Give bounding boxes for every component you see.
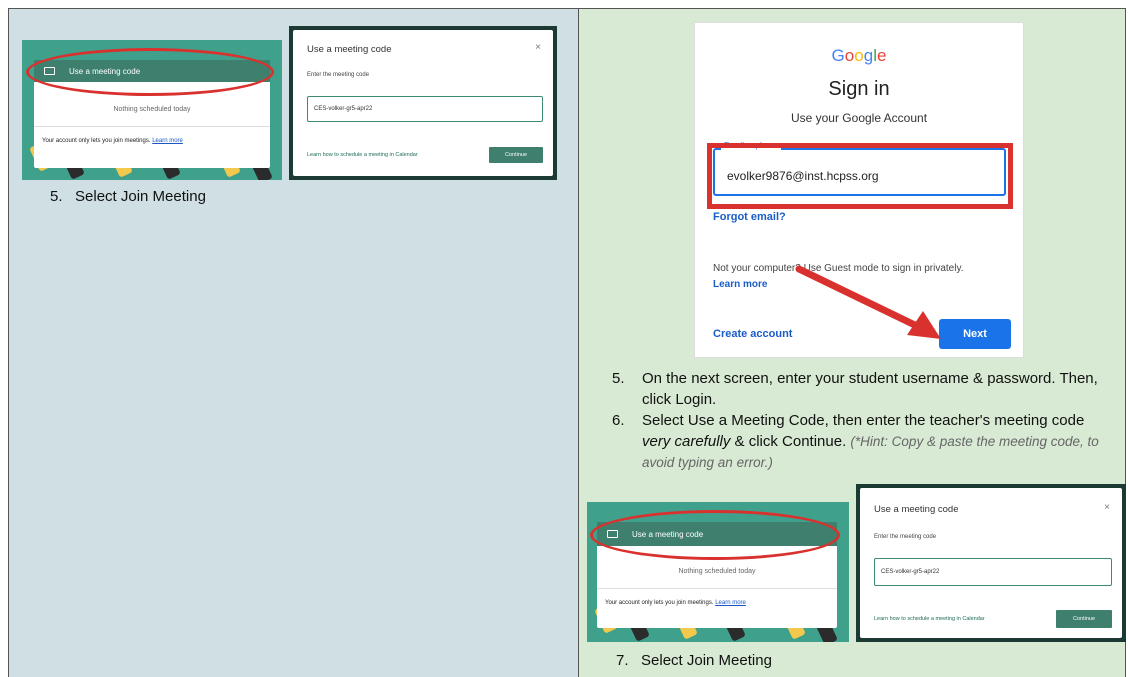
step-number: 6. (612, 412, 625, 429)
highlight-ellipse (26, 48, 274, 96)
meeting-code-dialog: Use a meeting code × Enter the meeting c… (293, 30, 553, 176)
google-logo-letter: o (854, 46, 864, 65)
instructions: 5. On the next screen, enter your studen… (612, 368, 1112, 473)
dialog-title: Use a meeting code (307, 44, 392, 55)
meeting-code-dialog-screenshot: Use a meeting code × Enter the meeting c… (289, 26, 557, 180)
google-logo: Google (695, 46, 1023, 66)
step-number: 5. (612, 370, 625, 387)
continue-button[interactable]: Continue (489, 147, 543, 163)
dialog-prompt: Enter the meeting code (307, 72, 370, 78)
red-arrow (795, 265, 941, 339)
google-logo-letter: e (876, 46, 887, 65)
instruction-step-6: 6. Select Use a Meeting Code, then enter… (612, 410, 1112, 473)
account-info-label: Your account only lets you join meetings… (605, 600, 714, 606)
learn-more-link[interactable]: Learn more (152, 138, 183, 144)
step-text-part: & click Continue. (730, 433, 851, 450)
meeting-code-input[interactable]: CES-volker-gr5-apr22 (307, 96, 543, 122)
account-info-text: Your account only lets you join meetings… (42, 138, 183, 144)
schedule-calendar-link[interactable]: Learn how to schedule a meeting in Calen… (307, 152, 418, 158)
step-text: Select Use a Meeting Code, then enter th… (642, 410, 1112, 473)
google-logo-letter: g (863, 46, 874, 65)
close-icon[interactable]: × (535, 42, 541, 53)
close-icon[interactable]: × (1104, 502, 1110, 513)
learn-more-link[interactable]: Learn more (715, 600, 746, 606)
meeting-code-dialog: Use a meeting code × Enter the meeting c… (860, 488, 1122, 638)
step-text-part: Select Use a Meeting Code, then enter th… (642, 412, 1085, 429)
nothing-scheduled-text: Nothing scheduled today (113, 106, 191, 113)
step-text: On the next screen, enter your student u… (642, 370, 1098, 408)
highlight-rectangle (707, 143, 1013, 209)
divider (34, 126, 270, 127)
instruction-step-5: 5. On the next screen, enter your studen… (612, 368, 1112, 410)
learn-more-link[interactable]: Learn more (713, 279, 767, 290)
account-info-text: Your account only lets you join meetings… (605, 600, 746, 606)
left-step-label: 5. Select Join Meeting (50, 188, 206, 205)
schedule-calendar-link[interactable]: Learn how to schedule a meeting in Calen… (874, 616, 985, 622)
emphasis-text: very carefully (642, 433, 731, 450)
right-step-label: 7. Select Join Meeting (616, 652, 772, 669)
signin-subheading: Use your Google Account (790, 111, 928, 125)
google-logo-letter: G (831, 46, 845, 65)
nothing-scheduled-text: Nothing scheduled today (678, 568, 756, 575)
highlight-ellipse (590, 510, 840, 560)
dialog-title: Use a meeting code (874, 504, 959, 515)
dialog-prompt: Enter the meeting code (874, 534, 937, 540)
divider (597, 588, 837, 589)
account-info-label: Your account only lets you join meetings… (42, 138, 151, 144)
google-signin-screenshot: Google Sign in Use your Google Account E… (694, 22, 1024, 358)
meeting-code-input[interactable]: CES-volker-gr5-apr22 (874, 558, 1112, 586)
google-logo-letter: o (844, 46, 855, 65)
continue-button[interactable]: Continue (1056, 610, 1112, 628)
create-account-link[interactable]: Create account (713, 328, 792, 340)
signin-heading: Sign in (828, 78, 890, 100)
forgot-email-link[interactable]: Forgot email? (713, 211, 786, 223)
meeting-code-dialog-screenshot: Use a meeting code × Enter the meeting c… (856, 484, 1126, 642)
